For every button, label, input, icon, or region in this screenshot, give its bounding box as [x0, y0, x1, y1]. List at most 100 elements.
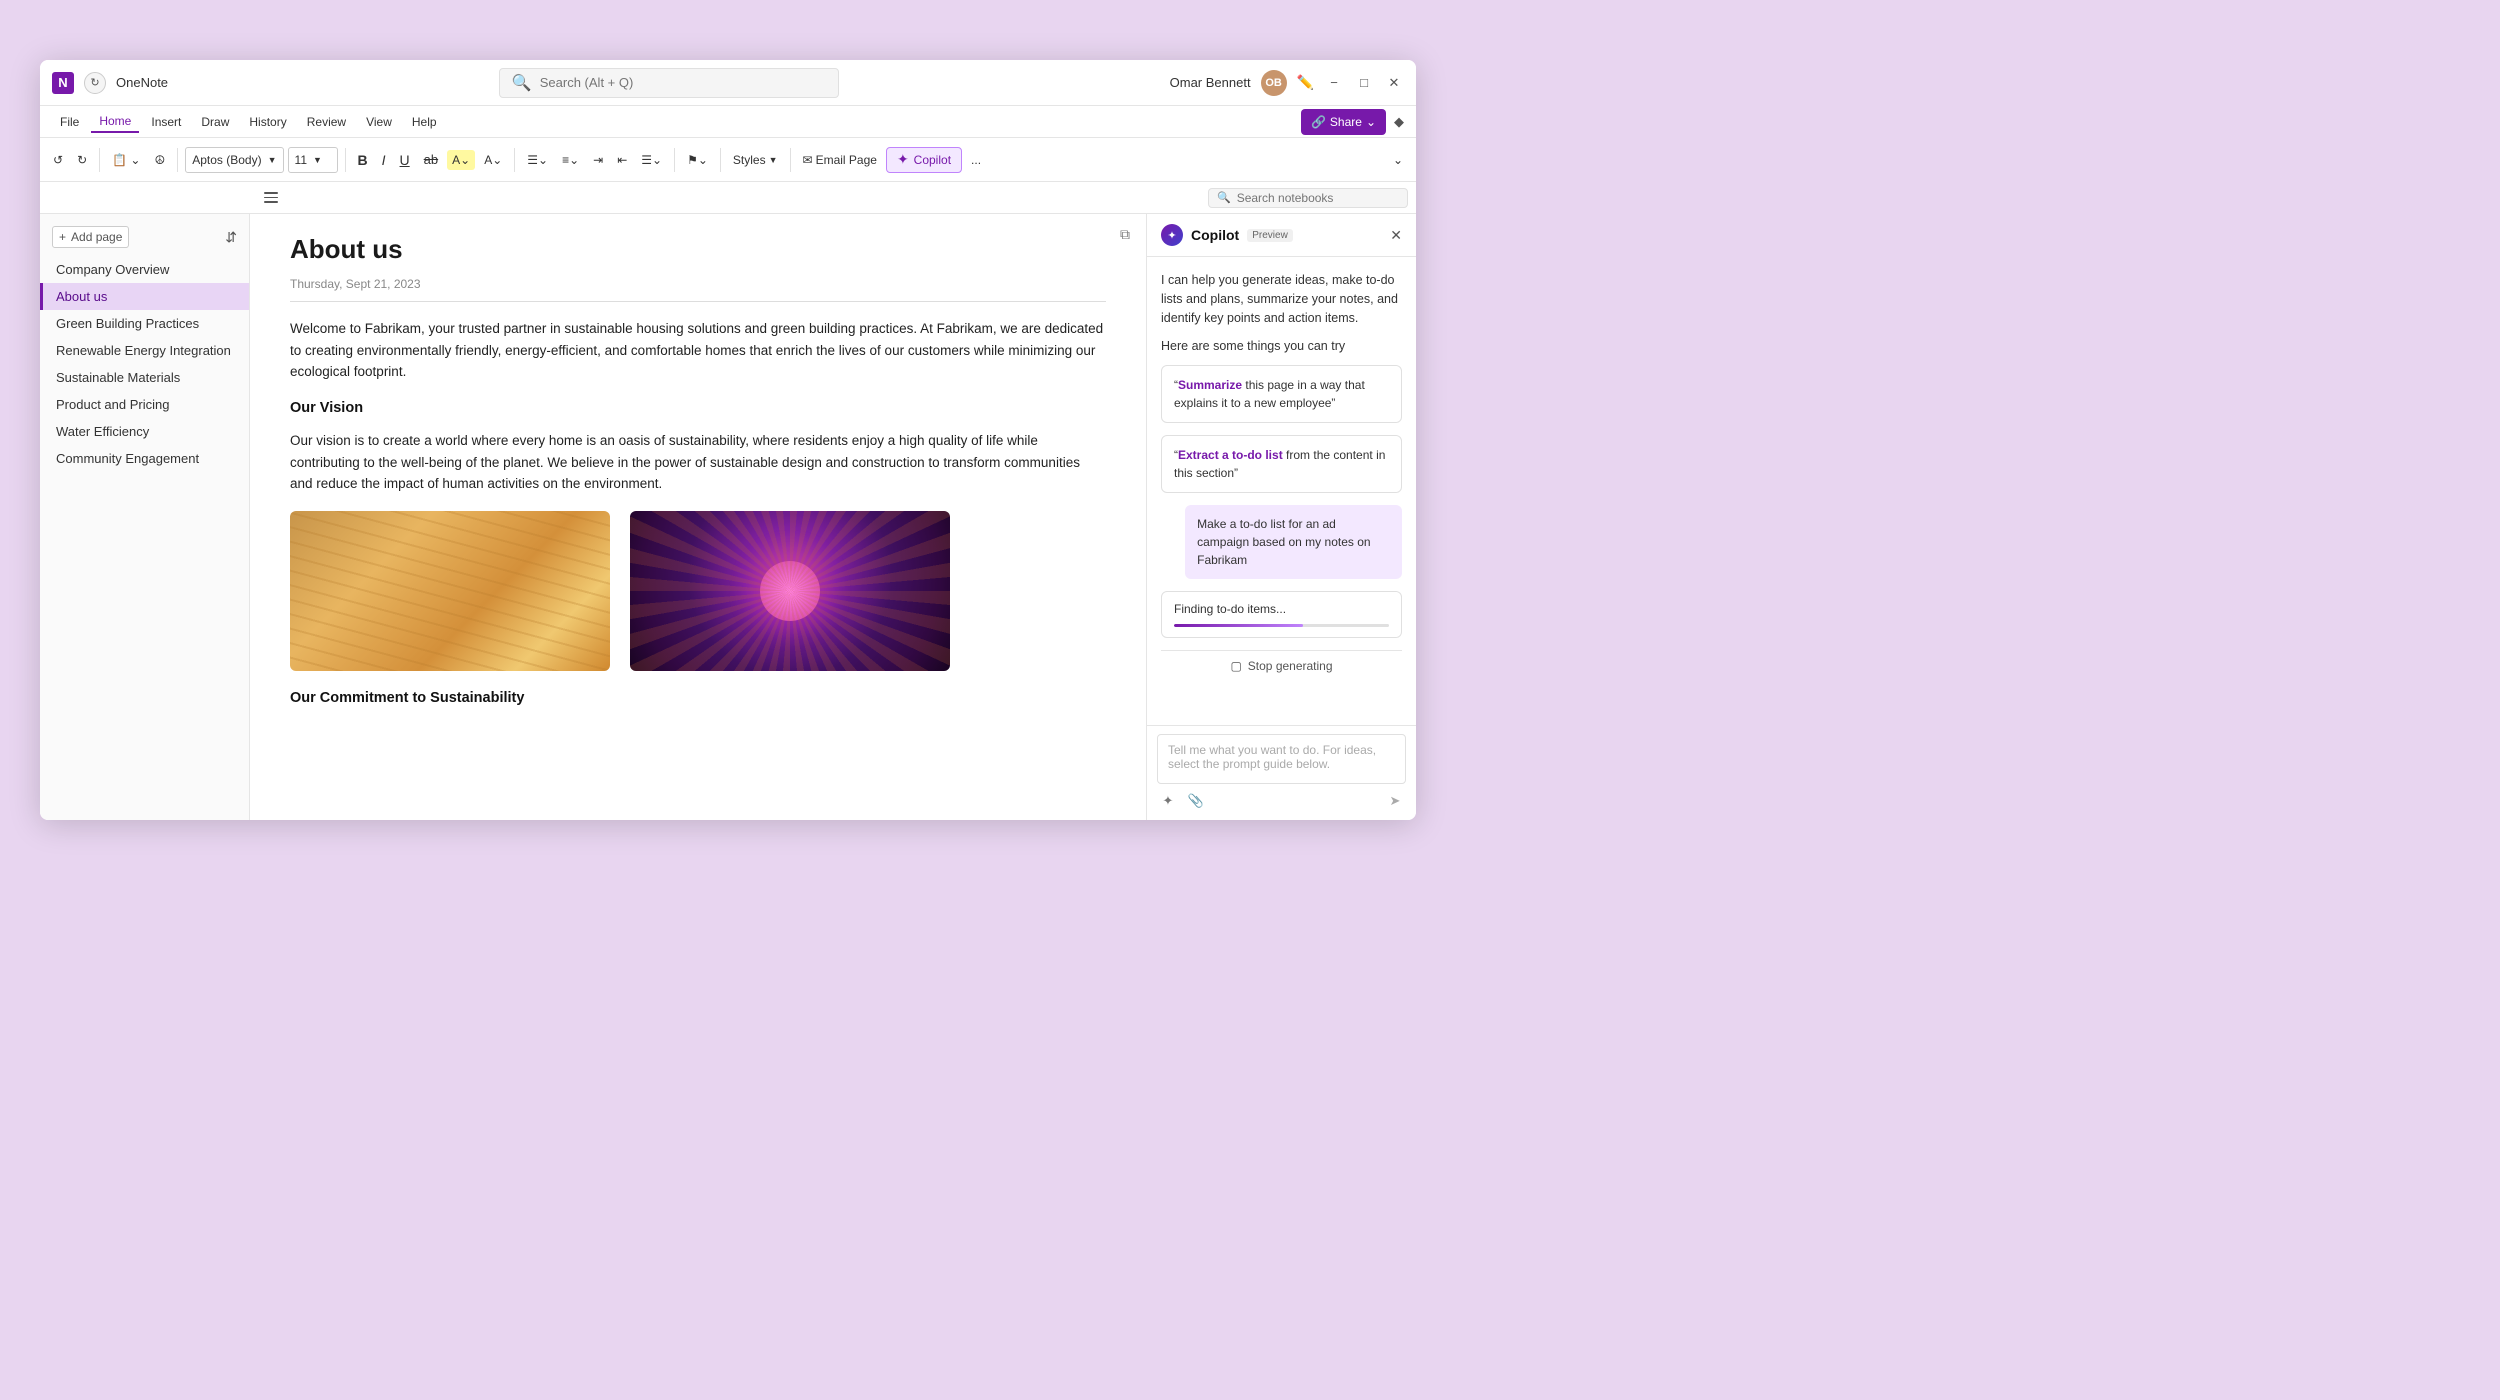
- font-family-value: Aptos (Body): [192, 153, 261, 167]
- app-name: OneNote: [116, 75, 168, 90]
- menu-draw[interactable]: Draw: [193, 112, 237, 132]
- underline-button[interactable]: U: [395, 149, 415, 171]
- strikethrough-button[interactable]: ab: [419, 149, 443, 170]
- sidebar-item-community-engagement[interactable]: Community Engagement: [40, 445, 249, 472]
- sidebar-item-company-overview[interactable]: Company Overview: [40, 256, 249, 283]
- stop-generating-button[interactable]: ▢ Stop generating: [1161, 650, 1402, 681]
- title-bar-left: N ↻ OneNote: [52, 72, 168, 94]
- page-content: ⧉ About us Thursday, Sept 21, 2023 Welco…: [250, 214, 1146, 820]
- copilot-suggestion-2-text: “Extract a to-do list from the content i…: [1174, 448, 1385, 480]
- more-button[interactable]: ...: [966, 150, 986, 170]
- minimize-button[interactable]: −: [1324, 73, 1344, 93]
- stop-label: Stop generating: [1248, 659, 1333, 673]
- sidebar-item-water-efficiency[interactable]: Water Efficiency: [40, 418, 249, 445]
- indent-decrease-button[interactable]: ⇤: [612, 150, 632, 170]
- copilot-button[interactable]: ✦ Copilot: [886, 147, 962, 173]
- menu-help[interactable]: Help: [404, 112, 445, 132]
- paste-button[interactable]: 📋 ⌄: [107, 150, 145, 170]
- copilot-input-area: Tell me what you want to do. For ideas, …: [1147, 725, 1416, 820]
- copy-icon[interactable]: ◆: [1394, 114, 1404, 130]
- search-notebooks-input[interactable]: [1237, 191, 1399, 205]
- send-button[interactable]: ➤: [1384, 790, 1406, 812]
- bullets-button[interactable]: ☰⌄: [522, 150, 553, 170]
- body-paragraph-1: Welcome to Fabrikam, your trusted partne…: [290, 318, 1106, 383]
- format-painter-button[interactable]: ☮: [149, 150, 170, 170]
- ribbon-sep-2: [177, 148, 178, 172]
- menu-review[interactable]: Review: [299, 112, 354, 132]
- maximize-button[interactable]: □: [1354, 73, 1374, 93]
- copilot-close-icon[interactable]: ✕: [1390, 227, 1402, 244]
- menu-home[interactable]: Home: [91, 111, 139, 133]
- sidebar-item-label: Green Building Practices: [56, 316, 199, 331]
- search-notebooks-bar[interactable]: 🔍: [1208, 188, 1408, 208]
- email-page-button[interactable]: ✉ Email Page: [798, 150, 882, 170]
- menu-history[interactable]: History: [241, 112, 294, 132]
- image-wood-building: [290, 511, 610, 671]
- title-bar: N ↻ OneNote 🔍 Omar Bennett OB ✏️ − □ ✕: [40, 60, 1416, 106]
- share-icon: 🔗: [1311, 115, 1326, 129]
- font-color-button[interactable]: A⌄: [479, 150, 507, 170]
- undo-button[interactable]: ↺: [48, 150, 68, 170]
- sidebar-item-label: Water Efficiency: [56, 424, 149, 439]
- copilot-text-input[interactable]: Tell me what you want to do. For ideas, …: [1157, 734, 1406, 784]
- sidebar-item-sustainable-materials[interactable]: Sustainable Materials: [40, 364, 249, 391]
- copilot-suggestion-2[interactable]: “Extract a to-do list from the content i…: [1161, 435, 1402, 493]
- prompt-guide-button[interactable]: ✦: [1157, 790, 1179, 812]
- global-search-input[interactable]: [540, 75, 826, 90]
- page-body: Welcome to Fabrikam, your trusted partne…: [290, 318, 1106, 710]
- expand-button[interactable]: ⧉: [1120, 226, 1130, 243]
- attach-button[interactable]: 📎: [1185, 790, 1207, 812]
- sidebar-item-product-pricing[interactable]: Product and Pricing: [40, 391, 249, 418]
- ribbon-sep-3: [345, 148, 346, 172]
- redo-button[interactable]: ↻: [72, 150, 92, 170]
- vision-heading: Our Vision: [290, 397, 1106, 420]
- bold-button[interactable]: B: [353, 149, 373, 171]
- hamburger-line-2: [264, 197, 278, 199]
- numbering-button[interactable]: ≡⌄: [557, 150, 584, 170]
- back-button[interactable]: ↻: [84, 72, 106, 94]
- share-label: Share: [1330, 115, 1362, 129]
- menu-insert[interactable]: Insert: [143, 112, 189, 132]
- sidebar-item-label: About us: [56, 289, 107, 304]
- font-family-selector[interactable]: Aptos (Body) ▼: [185, 147, 283, 173]
- preview-badge: Preview: [1247, 229, 1293, 242]
- global-search-bar[interactable]: 🔍: [499, 68, 839, 98]
- alignment-button[interactable]: ☰⌄: [636, 150, 667, 170]
- sidebar-item-green-building[interactable]: Green Building Practices: [40, 310, 249, 337]
- sidebar-item-renewable-energy[interactable]: Renewable Energy Integration: [40, 337, 249, 364]
- app-window: N ↻ OneNote 🔍 Omar Bennett OB ✏️ − □ ✕ F…: [40, 60, 1416, 820]
- hamburger-menu-button[interactable]: [260, 188, 282, 207]
- sidebar-item-label: Renewable Energy Integration: [56, 343, 231, 358]
- avatar[interactable]: OB: [1261, 70, 1287, 96]
- copilot-input-buttons: ✦ 📎: [1157, 790, 1207, 812]
- styles-button[interactable]: Styles ▼: [728, 150, 783, 170]
- close-button[interactable]: ✕: [1384, 73, 1404, 93]
- styles-label: Styles: [733, 153, 766, 167]
- font-size-selector[interactable]: 11 ▼: [288, 147, 338, 173]
- copilot-suggestion-1[interactable]: “Summarize this page in a way that expla…: [1161, 365, 1402, 423]
- copilot-suggestion-1-bold: Summarize: [1178, 378, 1242, 392]
- font-size-chevron: ▼: [313, 155, 322, 165]
- hamburger-line-3: [264, 201, 278, 203]
- font-family-chevron: ▼: [268, 155, 277, 165]
- italic-button[interactable]: I: [377, 149, 391, 171]
- copilot-finding-text: Finding to-do items...: [1174, 602, 1286, 616]
- progress-bar: [1174, 624, 1389, 627]
- indent-increase-button[interactable]: ⇥: [588, 150, 608, 170]
- add-page-button[interactable]: + Add page: [52, 226, 129, 248]
- sidebar-item-about-us[interactable]: About us: [40, 283, 249, 310]
- sidebar-item-label: Sustainable Materials: [56, 370, 180, 385]
- menu-file[interactable]: File: [52, 112, 87, 132]
- sort-icon[interactable]: ⇵: [225, 229, 237, 246]
- search-bar-center: 🔍: [168, 68, 1170, 98]
- hamburger-line-1: [264, 192, 278, 194]
- menu-view[interactable]: View: [358, 112, 400, 132]
- sidebar-item-label: Company Overview: [56, 262, 169, 277]
- share-button[interactable]: 🔗 Share ⌄: [1301, 109, 1386, 135]
- highlight-button[interactable]: A⌄: [447, 150, 475, 170]
- pen-icon[interactable]: ✏️: [1297, 74, 1314, 91]
- ribbon: ↺ ↻ 📋 ⌄ ☮ Aptos (Body) ▼ 11 ▼ B I U ab A…: [40, 138, 1416, 182]
- collapse-ribbon-button[interactable]: ⌄: [1388, 150, 1408, 170]
- tag-button[interactable]: ⚑⌄: [682, 150, 713, 170]
- copilot-panel: ✦ Copilot Preview ✕ I can help you gener…: [1146, 214, 1416, 820]
